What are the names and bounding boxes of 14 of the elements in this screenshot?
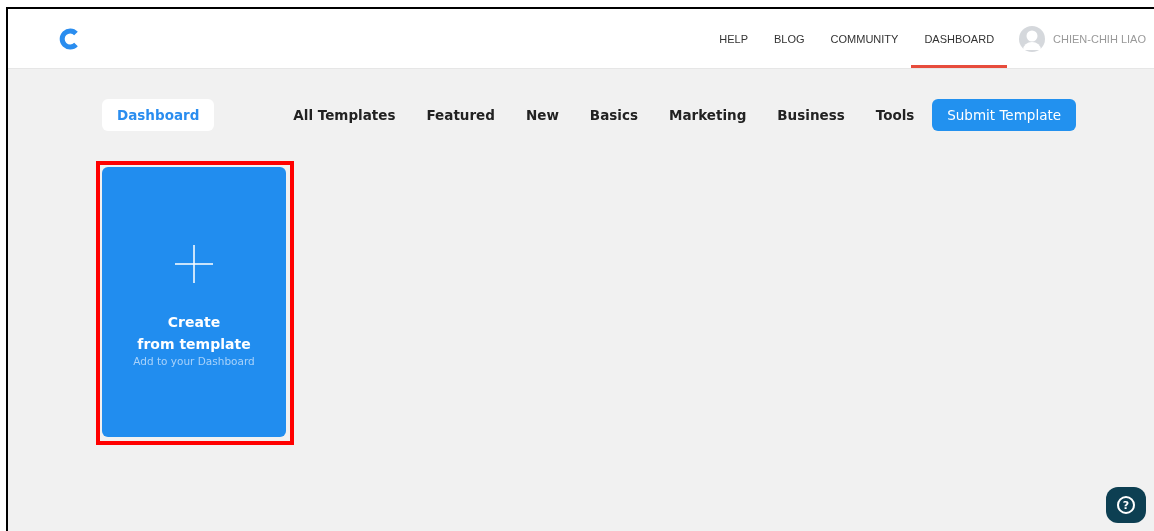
category-tab[interactable]: Tools bbox=[860, 98, 930, 131]
category-tab[interactable]: All Templates bbox=[278, 98, 411, 131]
category-tab[interactable]: Business bbox=[762, 98, 860, 131]
category-tab[interactable]: Marketing bbox=[653, 98, 762, 131]
category-tab[interactable]: Featured bbox=[411, 98, 510, 131]
card-subtitle: Add to your Dashboard bbox=[133, 355, 255, 367]
nav-link[interactable]: BLOG bbox=[761, 12, 818, 68]
plus-icon bbox=[175, 245, 213, 283]
nav-link[interactable]: HELP bbox=[706, 12, 761, 68]
card-title: Create from template bbox=[137, 313, 251, 354]
help-button[interactable]: ? bbox=[1106, 487, 1146, 523]
category-tab[interactable]: New bbox=[510, 98, 574, 131]
category-tab[interactable]: Basics bbox=[574, 98, 653, 131]
nav-link[interactable]: COMMUNITY bbox=[817, 12, 912, 68]
